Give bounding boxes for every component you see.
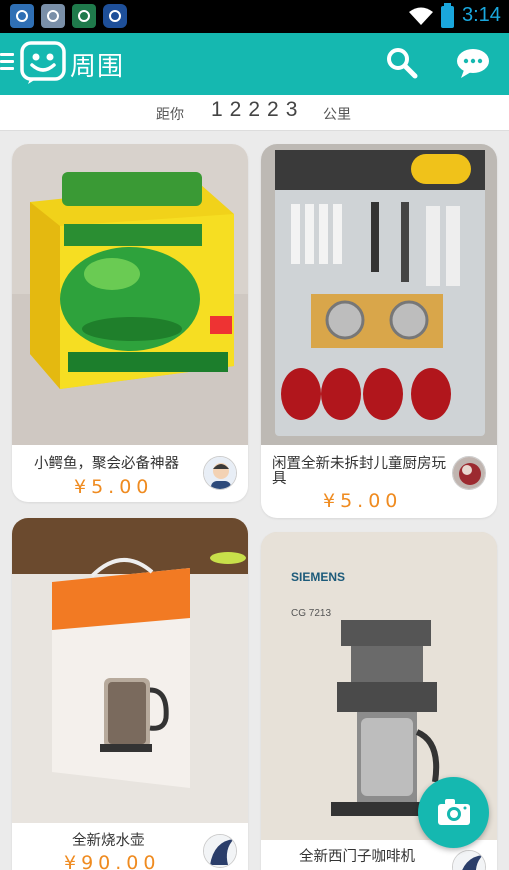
- listing-title: 闲置全新未拆封儿童厨房玩具: [272, 456, 446, 487]
- listing-title: 全新西门子咖啡机: [299, 849, 415, 865]
- longde-electric-kettle-box: [12, 518, 248, 823]
- status-time: 3:14: [462, 4, 501, 26]
- distance-bar: 距你 12223 公里: [0, 95, 509, 131]
- notification-app-icon: [10, 4, 34, 28]
- model-text: CG 7213: [291, 608, 332, 619]
- kitchen-toy-set-package: [261, 144, 497, 445]
- battery-icon: [441, 3, 454, 28]
- notification-app-icon: [41, 4, 65, 28]
- crocodile-dentist-toy-box: [12, 144, 248, 445]
- notification-app-icon: [72, 4, 96, 28]
- camera-fab-button[interactable]: [418, 777, 489, 848]
- distance-unit: 公里: [323, 107, 351, 123]
- app-title: 周围: [70, 52, 125, 82]
- avatar[interactable]: [203, 834, 237, 868]
- avatar[interactable]: [452, 456, 486, 490]
- brand-text: SIEMENS: [291, 570, 346, 584]
- hamburger-icon[interactable]: [0, 53, 14, 73]
- listing-card[interactable]: 小鳄鱼，聚会必备神器 ¥5.00: [12, 144, 248, 502]
- distance-value: 12223: [211, 98, 305, 121]
- listing-title: 小鳄鱼，聚会必备神器: [34, 456, 179, 472]
- notification-app-icon: [103, 4, 127, 28]
- wifi-icon: [409, 7, 433, 25]
- chat-bubble-icon[interactable]: [456, 46, 490, 80]
- top-app-bar: 周围: [0, 33, 509, 95]
- avatar[interactable]: [203, 456, 237, 490]
- search-icon[interactable]: [385, 46, 419, 80]
- avatar[interactable]: [452, 850, 486, 870]
- listing-card[interactable]: 闲置全新未拆封儿童厨房玩具 ¥5.00: [261, 144, 497, 518]
- listing-price: ¥90.00: [64, 852, 161, 870]
- listing-price: ¥5.00: [74, 476, 154, 498]
- distance-prefix: 距你: [156, 107, 184, 123]
- listing-card[interactable]: 全新烧水壶 ¥90.00: [12, 518, 248, 870]
- smiley-logo-icon: [20, 41, 66, 84]
- listing-price: ¥5.00: [323, 490, 403, 512]
- listing-title: 全新烧水壶: [72, 833, 145, 849]
- status-bar: 3:14: [0, 0, 509, 33]
- camera-icon: [438, 799, 470, 825]
